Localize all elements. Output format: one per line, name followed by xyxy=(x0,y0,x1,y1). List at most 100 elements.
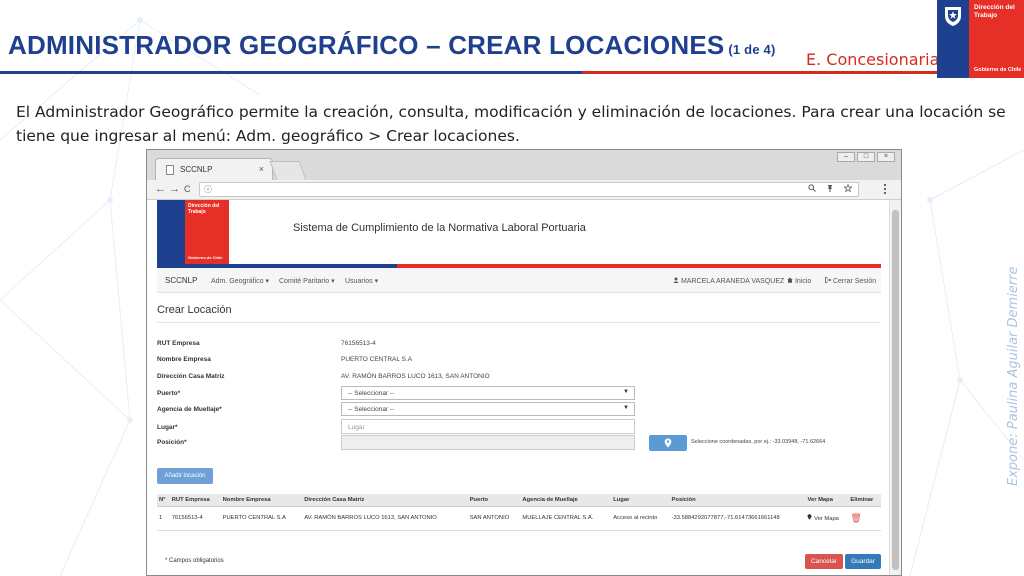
agency-select[interactable]: -- Seleccionar -- ▼ xyxy=(341,402,635,416)
title-underline-red xyxy=(582,71,937,74)
browser-menu-icon[interactable] xyxy=(883,183,887,195)
logout-link[interactable]: Cerrar Sesión xyxy=(825,277,876,285)
add-location-button[interactable]: Añadir locación xyxy=(157,468,213,484)
logo-footer: Gobierno de Chile xyxy=(974,67,1022,73)
col-header: Ver Mapa xyxy=(805,494,849,507)
app-logo: Dirección del Trabajo Gobierno de Chile xyxy=(157,200,229,264)
address-label: Dirección Casa Matriz xyxy=(157,373,225,380)
col-header: RUT Empresa xyxy=(169,494,221,507)
maximize-button[interactable]: □ xyxy=(857,152,875,162)
view-map-link[interactable]: Ver Mapa xyxy=(805,506,849,531)
home-label: Inicio xyxy=(794,278,812,285)
cell-agency: MUELLAJE CENTRAL S.A. xyxy=(520,506,612,531)
cell-place: Acceso al recinto xyxy=(611,506,670,531)
logout-icon xyxy=(825,277,832,283)
map-pin-button[interactable] xyxy=(649,435,687,451)
view-map-label: Ver Mapa xyxy=(814,516,839,522)
cell-address: AV. RAMÓN BARROS LUCO 1613, SAN ANTONIO xyxy=(302,506,468,531)
presenter-credit: Expone: Paulina Aguilar Demierre xyxy=(1006,266,1021,487)
position-hint: Seleccione coordenadas, por ej.: -33.039… xyxy=(691,439,826,445)
required-note: * Campos obligatorios xyxy=(165,558,224,564)
minimize-button[interactable]: – xyxy=(837,152,855,162)
back-arrow-icon[interactable]: ← xyxy=(155,183,166,195)
cancel-button[interactable]: Cancelar xyxy=(805,554,843,569)
col-header: Agencia de Muellaje xyxy=(520,494,612,507)
menu-usuarios[interactable]: Usuarios ▾ xyxy=(345,277,378,285)
close-window-button[interactable]: × xyxy=(877,152,895,162)
position-label: Posición* xyxy=(157,439,187,446)
col-header: Lugar xyxy=(611,494,670,507)
title-underline-blue xyxy=(0,71,582,74)
new-tab-button[interactable] xyxy=(269,161,307,180)
slide-title-page: (1 de 4) xyxy=(728,42,776,57)
pin-icon[interactable] xyxy=(826,184,834,192)
company-name-label: Nombre Empresa xyxy=(157,356,211,363)
heading-divider xyxy=(157,322,881,323)
app-logo-line2: Trabajo xyxy=(188,209,206,215)
map-marker-icon xyxy=(664,438,672,448)
browser-toolbar: ← → C ⓘ xyxy=(147,180,901,200)
table-header-row: N° RUT Empresa Nombre Empresa Dirección … xyxy=(157,494,881,507)
menu-adm-geografico[interactable]: Adm. Geográfico ▾ xyxy=(211,277,269,285)
user-menu[interactable]: MARCELA ARANEDA VASQUEZ xyxy=(673,277,784,285)
user-icon xyxy=(673,277,679,283)
col-header: N° xyxy=(157,494,170,507)
delete-cell[interactable]: 🗑 xyxy=(848,506,881,531)
trash-icon[interactable]: 🗑 xyxy=(850,513,861,523)
port-label: Puerto* xyxy=(157,390,181,397)
cell-port: SAN ANTONIO xyxy=(467,506,521,531)
col-header: Dirección Casa Matriz xyxy=(302,494,468,507)
cell-number: 1 xyxy=(157,506,170,531)
agency-label: Agencia de Muellaje* xyxy=(157,406,222,413)
col-header: Posición xyxy=(669,494,806,507)
table-row: 1 76156513-4 PUERTO CENTRAL S.A AV. RAMÓ… xyxy=(157,506,881,531)
app-navbar: SCCNLP Adm. Geográfico ▾ Comité Paritari… xyxy=(157,268,881,293)
menu-comite-paritario[interactable]: Comité Paritario ▾ xyxy=(279,277,335,285)
save-button[interactable]: Guardar xyxy=(845,554,881,569)
browser-tab[interactable]: SCCNLP × xyxy=(155,158,273,180)
slide: ADMINISTRADOR GEOGRÁFICO – CREAR LOCACIO… xyxy=(0,0,1024,576)
logout-label: Cerrar Sesión xyxy=(832,278,877,285)
address-value: AV. RAMÓN BARROS LUCO 1613, SAN ANTONIO xyxy=(341,373,490,380)
logo-line1: Dirección del xyxy=(974,4,1015,11)
info-icon[interactable]: ⓘ xyxy=(204,184,212,195)
map-marker-icon xyxy=(807,514,812,520)
intro-paragraph: El Administrador Geográfico permite la c… xyxy=(16,103,1006,145)
app-logo-footer: Gobierno de Chile xyxy=(188,255,223,260)
direccion-trabajo-logo: Dirección del Trabajo Gobierno de Chile xyxy=(937,0,1024,78)
navbar-brand[interactable]: SCCNLP xyxy=(165,276,197,285)
chevron-down-icon: ▼ xyxy=(623,405,629,411)
user-name: MARCELA ARANEDA VASQUEZ xyxy=(680,278,785,285)
tab-bar: SCCNLP × – □ × xyxy=(147,150,901,180)
cell-position: -33.5884292077877,-71.61473661661148 xyxy=(669,506,806,531)
bookmark-star-icon[interactable] xyxy=(843,183,853,193)
port-select[interactable]: -- Seleccionar -- ▼ xyxy=(341,386,635,400)
port-select-value: -- Seleccionar -- xyxy=(348,390,395,397)
browser-viewport: Dirección del Trabajo Gobierno de Chile … xyxy=(147,200,901,575)
rut-value: 76156513-4 xyxy=(341,340,376,347)
rut-label: RUT Empresa xyxy=(157,340,200,347)
logo-line2: Trabajo xyxy=(974,12,998,19)
cell-rut: 76156513-4 xyxy=(169,506,221,531)
home-link[interactable]: Inicio xyxy=(787,277,811,285)
chevron-down-icon: ▼ xyxy=(623,389,629,395)
address-bar[interactable]: ⓘ xyxy=(199,182,859,197)
place-input[interactable]: Lugar xyxy=(341,419,635,434)
vertical-scrollbar[interactable] xyxy=(889,200,901,575)
slide-title: ADMINISTRADOR GEOGRÁFICO – CREAR LOCACIO… xyxy=(8,30,776,61)
address-bar-icons xyxy=(807,183,853,194)
position-input[interactable] xyxy=(341,435,635,450)
tab-title: SCCNLP xyxy=(180,165,213,174)
page-icon xyxy=(166,165,174,175)
company-name-value: PUERTO CENTRAL S.A xyxy=(341,356,413,363)
forward-arrow-icon[interactable]: → xyxy=(169,183,180,195)
browser-window: SCCNLP × – □ × ← → C ⓘ Dirección del Tra… xyxy=(146,149,902,576)
zoom-icon[interactable] xyxy=(807,184,816,192)
tab-close-icon[interactable]: × xyxy=(259,164,264,174)
place-label: Lugar* xyxy=(157,424,178,431)
page-heading: Crear Locación xyxy=(157,304,232,316)
home-icon xyxy=(787,277,793,283)
reload-icon[interactable]: C xyxy=(184,184,191,194)
agency-select-value: -- Seleccionar -- xyxy=(348,406,395,413)
cell-company: PUERTO CENTRAL S.A xyxy=(220,506,303,531)
